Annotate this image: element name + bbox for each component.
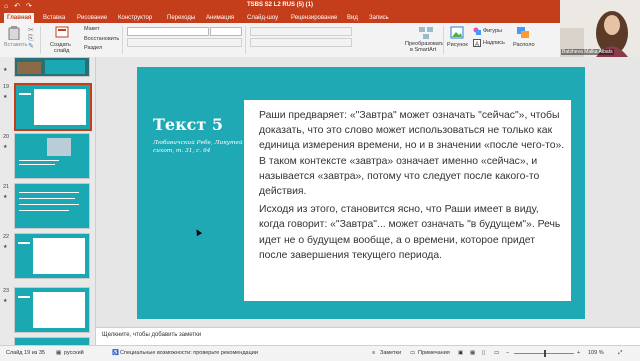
webcam-video: Batsheva Malka Albats [560,0,640,57]
tab-animations[interactable]: Анимация [203,13,237,23]
slide-sorter-icon[interactable]: ▦ [470,350,475,356]
reset-button[interactable]: Восстановить [84,36,119,42]
window-title: TSBS S2 L2 RUS (5) (1) [246,2,313,8]
shapes-icon[interactable] [473,27,481,35]
slide-23-star: ★ [3,298,8,304]
accessibility-icon: ♿ [112,350,119,356]
font-format-row[interactable] [127,38,242,47]
zoom-in-icon[interactable]: + [577,350,580,356]
ribbon-tabs: Главная Вставка Рисование Конструктор Пе… [0,12,560,23]
paragraph-row-2[interactable] [250,38,352,47]
slideshow-icon[interactable]: ▭ [494,350,499,356]
tab-review[interactable]: Рецензирование [288,13,340,23]
slide-20-star: ★ [3,144,8,150]
slide-thumbnail-22[interactable] [14,233,90,279]
picture-icon[interactable] [450,26,464,39]
language-indicator[interactable]: русский [64,350,84,356]
status-bar: Слайд 19 из 35 ▦ русский ♿ Специальные в… [0,345,640,361]
current-slide[interactable]: Текст 5 Любавичский Ребе, Ликутей сихот,… [137,67,585,319]
slide-title[interactable]: Текст 5 [153,115,223,134]
participant-name: Batsheva Malka Albats [561,49,614,55]
slide-22-star: ★ [3,244,8,250]
tab-insert[interactable]: Вставка [40,13,68,23]
proofing-icon[interactable]: ▦ [56,350,61,356]
picture-button[interactable]: Рисунок [447,42,468,48]
clipboard-icon[interactable] [7,26,21,40]
paste-button[interactable]: Вставить [4,42,27,48]
section-button[interactable]: Раздел [84,45,102,51]
comments-toggle[interactable]: Примечания [418,350,450,356]
slide-thumbnail-20[interactable] [14,133,90,179]
tab-draw[interactable]: Рисование [74,13,110,23]
notes-toggle[interactable]: Заметки [380,350,401,356]
tab-record[interactable]: Запись [366,13,392,23]
arrange-button[interactable]: Располо [513,42,535,48]
tab-home[interactable]: Главная [4,13,35,23]
slide-21-number: 21 [3,184,10,190]
convert-smartart-label-2[interactable]: в SmartArt [410,47,436,53]
slide-paragraph-2[interactable]: Исходя из этого, становится ясно, что Ра… [259,202,565,263]
notes-pane[interactable]: Щелкните, чтобы добавить заметки [96,327,640,346]
reading-view-icon[interactable]: ▯ [482,350,485,356]
paragraph-row-1[interactable] [250,27,352,36]
font-size-box[interactable] [210,27,242,36]
arrange-icon[interactable] [516,26,530,39]
tab-slideshow[interactable]: Слайд-шоу [244,13,281,23]
layout-button[interactable]: Макет [84,26,100,32]
slide-20-number: 20 [3,134,10,140]
svg-text:A: A [475,42,479,47]
svg-text:✂: ✂ [28,27,34,34]
comments-icon: ▭ [410,350,416,356]
slide-19-star: ★ [3,94,8,100]
zoom-slider[interactable] [514,350,574,357]
ribbon: Вставить ✂ ⎘ ✎ Создать слайд Макет Восстан… [0,23,560,58]
slide-23-number: 23 [3,288,10,294]
new-slide-icon[interactable] [55,26,69,38]
font-name-box[interactable] [127,27,209,36]
tab-design[interactable]: Конструктор [115,13,155,23]
slide-thumbnail-18[interactable] [14,57,90,77]
slide-reference[interactable]: Любавичский Ребе, Ликутей сихот, т. 31, … [153,139,243,155]
smartart-icon[interactable] [418,26,434,40]
slide-thumbnail-19[interactable] [14,83,92,131]
svg-text:✎: ✎ [28,43,34,49]
shapes-button[interactable]: Фигуры [483,28,502,34]
accessibility-status[interactable]: Специальные возможности: проверьте реком… [120,350,258,356]
slide-paragraph-1[interactable]: Раши предваряет: «"Завтра" может означат… [259,108,565,199]
slide-counter: Слайд 19 из 35 [6,350,45,356]
tab-view[interactable]: Вид [344,13,361,23]
normal-view-icon[interactable]: ▣ [458,350,463,356]
new-slide-label-2[interactable]: слайд [54,48,69,54]
textbox-button[interactable]: Надпись [483,40,505,46]
clipboard-tools-icon[interactable]: ✂⎘✎ [28,25,36,49]
slide-thumbnail-23[interactable] [14,287,90,333]
notes-placeholder[interactable]: Щелкните, чтобы добавить заметки [102,332,201,338]
slide-text-box[interactable]: Раши предваряет: «"Завтра" может означат… [244,100,571,301]
slide-19-number: 19 [3,84,10,90]
tab-transitions[interactable]: Переходы [164,13,198,23]
zoom-level[interactable]: 109 % [588,350,604,356]
slide-22-number: 22 [3,234,10,240]
slide-thumbnail-21[interactable] [14,183,90,229]
title-bar: ⌂ ↶ ↷ TSBS S2 L2 RUS (5) (1) [0,0,560,12]
zoom-out-icon[interactable]: − [506,350,509,356]
zoom-slider-thumb[interactable] [544,350,546,357]
fit-slide-icon[interactable]: ⤢ [618,350,622,357]
textbox-icon[interactable]: A [473,39,481,47]
slide-18-star: ★ [3,67,8,73]
slide-21-star: ★ [3,194,8,200]
slides-panel[interactable]: ★ 19 ★ 20 ★ 21 ★ 22 ★ 23 ★ [0,57,96,347]
svg-text:⎘: ⎘ [28,34,34,42]
notes-icon: ≡ [372,350,376,356]
